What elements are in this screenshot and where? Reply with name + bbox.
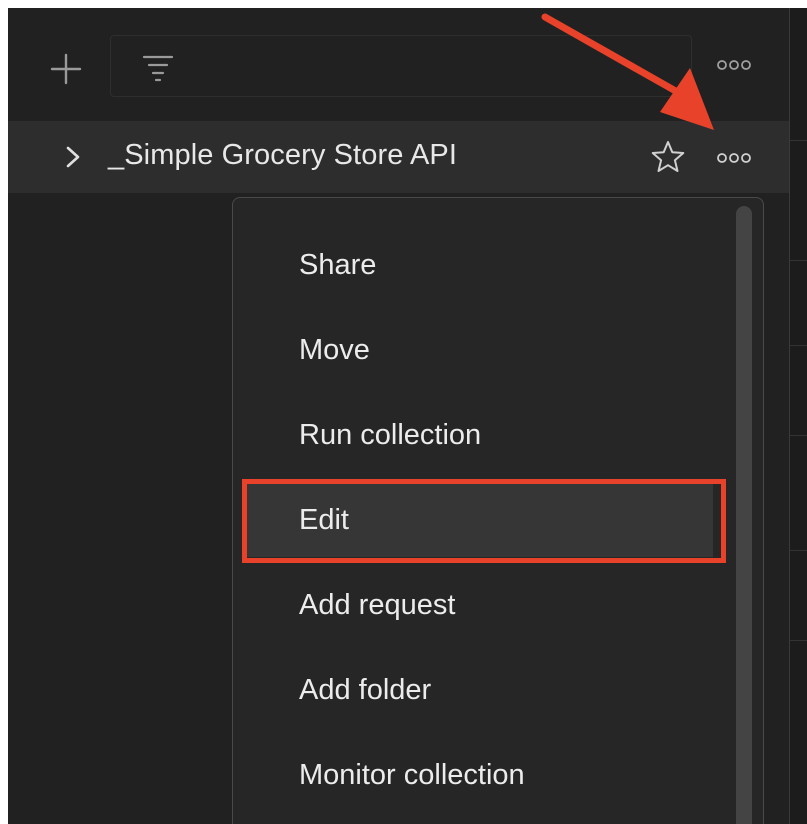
divider <box>790 140 807 141</box>
menu-item-label: Monitor collection <box>299 758 525 791</box>
star-outline-icon[interactable] <box>650 139 686 175</box>
menu-item-move[interactable]: Move <box>243 313 713 387</box>
sidebar-more-options-button[interactable] <box>712 50 756 80</box>
menu-scrollbar[interactable] <box>736 206 752 824</box>
right-pane-edge <box>789 8 807 824</box>
menu-item-label: Add folder <box>299 673 432 706</box>
more-horizontal-icon <box>717 153 751 163</box>
menu-item-label: Run collection <box>299 418 482 451</box>
menu-item-label: Share <box>299 248 377 281</box>
filter-search-input[interactable] <box>110 35 692 97</box>
collection-context-menu: Share Move Run collection Edit Add reque… <box>232 197 764 824</box>
menu-item-edit[interactable]: Edit <box>243 483 713 557</box>
collection-more-options-button[interactable] <box>712 143 756 173</box>
menu-item-monitor-collection[interactable]: Monitor collection <box>243 738 713 812</box>
screenshot-root: _Simple Grocery Store API Share Move Run… <box>0 0 807 824</box>
divider <box>790 640 807 641</box>
filter-icon <box>142 55 174 82</box>
divider <box>790 550 807 551</box>
menu-item-label: Edit <box>299 503 349 536</box>
plus-icon <box>50 53 82 85</box>
divider <box>790 260 807 261</box>
collection-name: _Simple Grocery Store API <box>108 139 458 171</box>
menu-item-run-collection[interactable]: Run collection <box>243 398 713 472</box>
menu-item-share[interactable]: Share <box>243 228 713 302</box>
menu-item-label: Add request <box>299 588 456 621</box>
more-horizontal-icon <box>717 60 751 70</box>
menu-item-add-request[interactable]: Add request <box>243 568 713 642</box>
chevron-right-icon[interactable] <box>62 143 84 171</box>
menu-item-add-folder[interactable]: Add folder <box>243 653 713 727</box>
menu-item-label: Move <box>299 333 370 366</box>
new-collection-button[interactable] <box>46 50 86 88</box>
collection-item[interactable]: _Simple Grocery Store API <box>8 121 789 193</box>
divider <box>790 345 807 346</box>
divider <box>790 435 807 436</box>
